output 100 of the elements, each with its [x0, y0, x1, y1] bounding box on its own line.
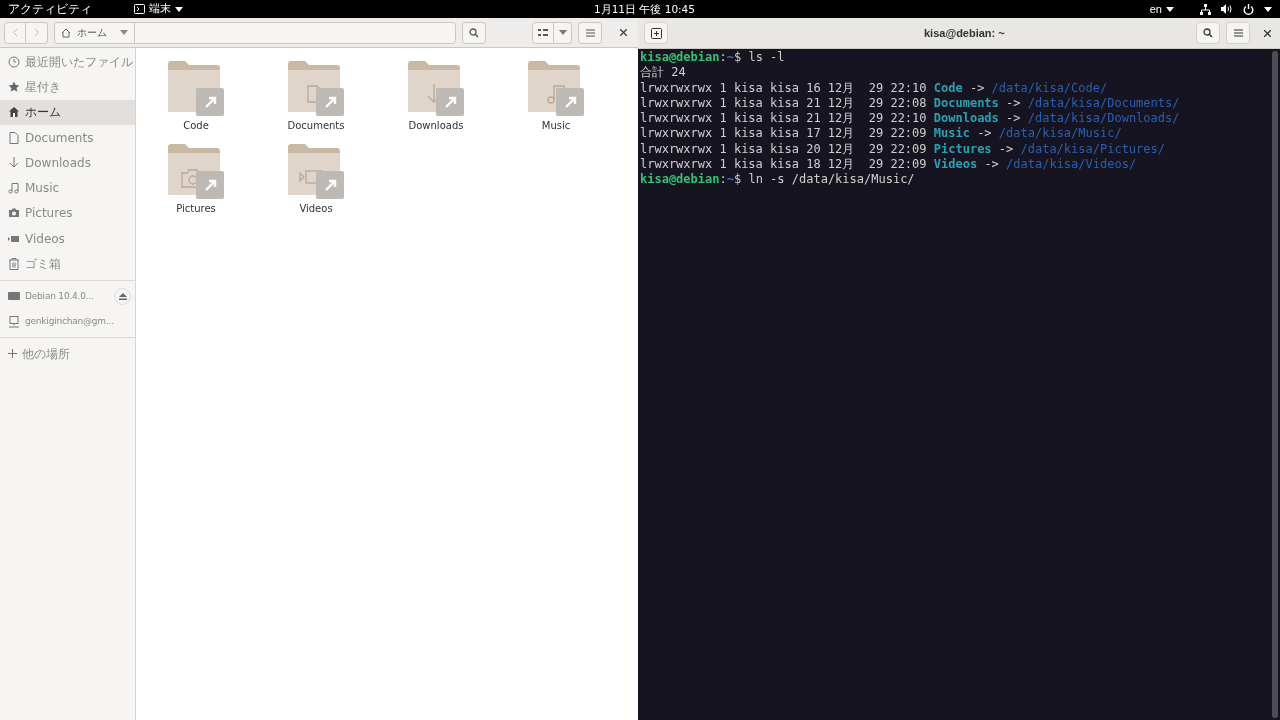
caret-icon [175, 6, 183, 12]
symlink-name: Code [933, 80, 963, 95]
window-title: kisa@debian: ~ [924, 25, 1005, 41]
symlink-arrow: -> [1006, 111, 1021, 126]
eject-button[interactable] [114, 287, 131, 305]
new-tab-icon [650, 27, 662, 39]
music-note-icon [8, 182, 20, 195]
arrow-icon [203, 178, 217, 192]
symlink-arrow: -> [969, 80, 985, 95]
file-info: lrwxrwxrwx 1 kisa kisa 18 12月 29 22:09 [640, 157, 927, 172]
folder-name: Videos [299, 202, 333, 216]
caret-icon [558, 30, 567, 35]
symlink-target: /data/kisa/Code/ [991, 80, 1108, 95]
menu-icon [585, 28, 595, 37]
folder-item[interactable]: Videos [256, 143, 376, 216]
search-icon [1203, 28, 1213, 38]
sidebar-item[interactable]: ホーム [0, 99, 135, 125]
scrollbar[interactable] [1272, 51, 1278, 718]
folder-name: Code [183, 119, 209, 133]
folder-name: Music [541, 119, 571, 133]
power-icon[interactable] [1243, 3, 1254, 15]
forward-icon [33, 28, 40, 37]
caret-icon [1166, 6, 1174, 12]
symlink-target: /data/kisa/Downloads/ [1027, 111, 1180, 126]
symlink-name: Pictures [933, 141, 992, 156]
symlink-arrow: -> [984, 157, 999, 172]
clock-icon [8, 55, 20, 68]
caret-icon [120, 30, 128, 35]
menu-button[interactable] [1226, 22, 1250, 44]
input-method-menu[interactable]: en [1149, 0, 1174, 18]
arrow-icon [563, 95, 577, 109]
download-icon [8, 156, 20, 169]
folder-item[interactable]: Pictures [136, 143, 256, 216]
folder-item[interactable]: Code [136, 60, 256, 133]
prompt-separator: : [719, 172, 727, 187]
folder-name: Pictures [176, 202, 216, 216]
arrow-icon [323, 178, 337, 192]
arrow-icon [323, 95, 337, 109]
symlink-target: /data/kisa/Pictures/ [1020, 141, 1165, 156]
folder-item[interactable]: Downloads [376, 60, 496, 133]
symlink-target: /data/kisa/Documents/ [1027, 95, 1180, 110]
folder-item[interactable]: Music [496, 60, 616, 133]
search-button[interactable] [462, 21, 486, 44]
symlink-arrow: -> [998, 141, 1014, 156]
folder-name: Documents [287, 119, 345, 133]
symlink-name: Videos [933, 157, 978, 172]
activities-button[interactable]: アクティビティ [8, 0, 92, 18]
list-icon [538, 28, 548, 37]
trash-icon [8, 258, 20, 270]
arrow-icon [203, 95, 217, 109]
new-tab-button[interactable] [644, 22, 668, 44]
view-button[interactable] [532, 21, 554, 44]
caret-icon[interactable] [1264, 6, 1272, 12]
file-info: lrwxrwxrwx 1 kisa kisa 21 12月 29 22:08 [640, 95, 927, 110]
symlink-name: Documents [933, 95, 999, 110]
prompt-symbol: $ [733, 50, 742, 64]
prompt-user: kisa@debian [640, 50, 720, 64]
file-info: lrwxrwxrwx 1 kisa kisa 21 12月 29 22:10 [640, 111, 927, 126]
prompt-path: ~ [726, 172, 734, 187]
network-drive-icon [8, 315, 20, 328]
document-icon [8, 131, 20, 144]
folder-name: Downloads [408, 119, 464, 133]
view-options-button[interactable] [554, 21, 572, 44]
prompt-symbol: $ [733, 172, 742, 187]
symlink-name: Downloads [933, 111, 999, 126]
close-icon [1263, 29, 1271, 37]
symlink-target: /data/kisa/Music/ [998, 126, 1122, 141]
search-button[interactable] [1196, 22, 1220, 44]
eject-icon [118, 292, 127, 300]
plus-icon [8, 349, 17, 359]
location-button[interactable]: ホーム [55, 22, 135, 43]
terminal-icon [134, 4, 145, 14]
back-icon [12, 28, 18, 37]
symlink-name: Music [933, 126, 970, 141]
file-info: lrwxrwxrwx 1 kisa kisa 17 12月 29 22:09 [640, 126, 927, 141]
terminal-command: ls -l [748, 50, 785, 64]
drive-icon [8, 290, 20, 303]
search-icon [469, 27, 479, 38]
terminal-command: ln -s /data/kisa/Music/ [748, 172, 915, 187]
volume-icon[interactable] [1221, 4, 1233, 14]
file-info: lrwxrwxrwx 1 kisa kisa 16 12月 29 22:10 [640, 80, 927, 95]
home-icon [8, 106, 20, 119]
arrow-icon [443, 95, 457, 109]
app-menu[interactable]: 端末 [134, 0, 183, 18]
file-info: lrwxrwxrwx 1 kisa kisa 20 12月 29 22:09 [640, 141, 927, 156]
menu-icon [1233, 29, 1243, 37]
camera-icon [8, 207, 20, 220]
terminal-output: 合計 24 [640, 65, 686, 80]
symlink-arrow: -> [1006, 95, 1021, 110]
home-icon [61, 27, 71, 38]
star-icon [8, 80, 20, 93]
prompt-user: kisa@debian [640, 172, 720, 187]
prompt-path: ~ [726, 50, 734, 64]
network-icon[interactable] [1200, 3, 1211, 15]
symlink-arrow: -> [977, 126, 992, 141]
clock[interactable]: 1月11日 午後 10:45 [594, 2, 695, 18]
close-icon [619, 29, 627, 36]
symlink-target: /data/kisa/Videos/ [1006, 157, 1137, 172]
prompt-separator: : [719, 50, 727, 64]
folder-item[interactable]: Documents [256, 60, 376, 133]
